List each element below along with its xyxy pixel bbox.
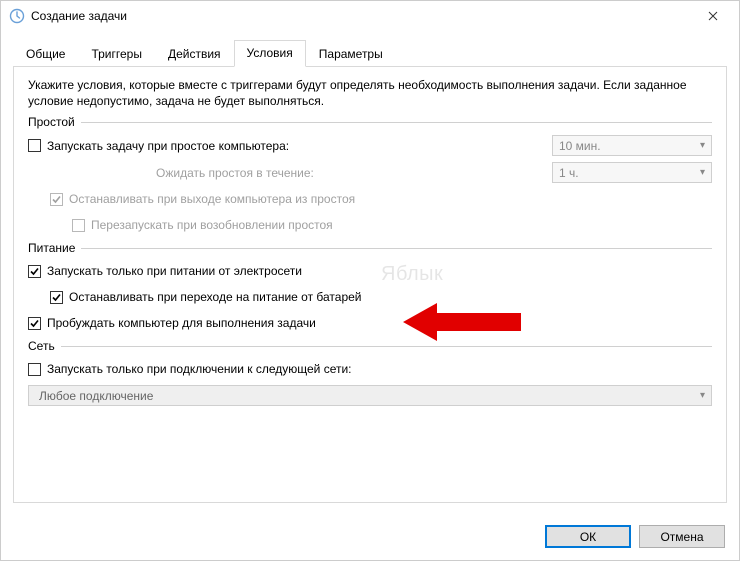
idle-wait-value: 1 ч. (559, 166, 579, 180)
window-title: Создание задачи (31, 9, 127, 23)
idle-wait-select: 1 ч. ▾ (552, 162, 712, 183)
start-on-ac-label: Запускать только при питании от электрос… (47, 264, 302, 278)
tab-settings[interactable]: Параметры (306, 41, 396, 67)
start-if-idle-label: Запускать задачу при простое компьютера: (47, 139, 289, 153)
group-network-label: Сеть (28, 339, 61, 353)
network-select: Любое подключение ▾ (28, 385, 712, 406)
dialog-buttons: ОК Отмена (545, 525, 725, 548)
tab-conditions[interactable]: Условия (234, 40, 306, 67)
ok-button[interactable]: ОК (545, 525, 631, 548)
row-stop-on-battery: Останавливать при переходе на питание от… (28, 287, 712, 307)
tab-actions[interactable]: Действия (155, 41, 234, 67)
network-select-value: Любое подключение (39, 389, 153, 403)
chevron-down-icon: ▾ (700, 140, 705, 151)
stop-on-battery-label: Останавливать при переходе на питание от… (69, 290, 362, 304)
row-stop-on-idle-end: Останавливать при выходе компьютера из п… (28, 189, 712, 209)
row-wake-to-run: Пробуждать компьютер для выполнения зада… (28, 313, 712, 333)
start-on-network-checkbox[interactable]: Запускать только при подключении к следу… (28, 362, 352, 376)
conditions-description: Укажите условия, которые вместе с тригге… (28, 77, 712, 109)
start-on-ac-checkbox[interactable]: Запускать только при питании от электрос… (28, 264, 302, 278)
tab-pane-conditions: Укажите условия, которые вместе с тригге… (13, 67, 727, 503)
tab-general[interactable]: Общие (13, 41, 78, 67)
group-power: Питание (28, 241, 712, 255)
stop-on-battery-checkbox[interactable]: Останавливать при переходе на питание от… (50, 290, 362, 304)
row-idle-wait: Ожидать простоя в течение: 1 ч. ▾ (28, 162, 712, 183)
idle-duration-select: 10 мин. ▾ (552, 135, 712, 156)
stop-on-idle-end-checkbox: Останавливать при выходе компьютера из п… (50, 192, 355, 206)
row-network-select: Любое подключение ▾ (28, 385, 712, 406)
app-icon (9, 8, 25, 24)
idle-wait-label: Ожидать простоя в течение: (28, 166, 314, 180)
wake-to-run-checkbox[interactable]: Пробуждать компьютер для выполнения зада… (28, 316, 316, 330)
restart-on-idle-label: Перезапускать при возобновлении простоя (91, 218, 333, 232)
chevron-down-icon: ▾ (700, 167, 705, 178)
row-restart-on-idle: Перезапускать при возобновлении простоя (28, 215, 712, 235)
group-power-label: Питание (28, 241, 81, 255)
client-area: Общие Триггеры Действия Условия Параметр… (1, 31, 739, 503)
restart-on-idle-checkbox: Перезапускать при возобновлении простоя (72, 218, 333, 232)
row-start-on-ac: Запускать только при питании от электрос… (28, 261, 712, 281)
group-idle: Простой (28, 115, 712, 129)
group-network: Сеть (28, 339, 712, 353)
cancel-button[interactable]: Отмена (639, 525, 725, 548)
wake-to-run-label: Пробуждать компьютер для выполнения зада… (47, 316, 316, 330)
idle-duration-value: 10 мин. (559, 139, 601, 153)
titlebar: Создание задачи (1, 1, 739, 31)
close-button[interactable] (690, 2, 735, 30)
chevron-down-icon: ▾ (700, 390, 705, 401)
stop-on-idle-end-label: Останавливать при выходе компьютера из п… (69, 192, 355, 206)
row-start-on-network: Запускать только при подключении к следу… (28, 359, 712, 379)
start-if-idle-checkbox[interactable]: Запускать задачу при простое компьютера: (28, 139, 289, 153)
group-idle-label: Простой (28, 115, 81, 129)
window: Создание задачи Общие Триггеры Действия … (0, 0, 740, 561)
tab-triggers[interactable]: Триггеры (78, 41, 155, 67)
start-on-network-label: Запускать только при подключении к следу… (47, 362, 352, 376)
row-start-if-idle: Запускать задачу при простое компьютера:… (28, 135, 712, 156)
tab-strip: Общие Триггеры Действия Условия Параметр… (13, 39, 727, 67)
